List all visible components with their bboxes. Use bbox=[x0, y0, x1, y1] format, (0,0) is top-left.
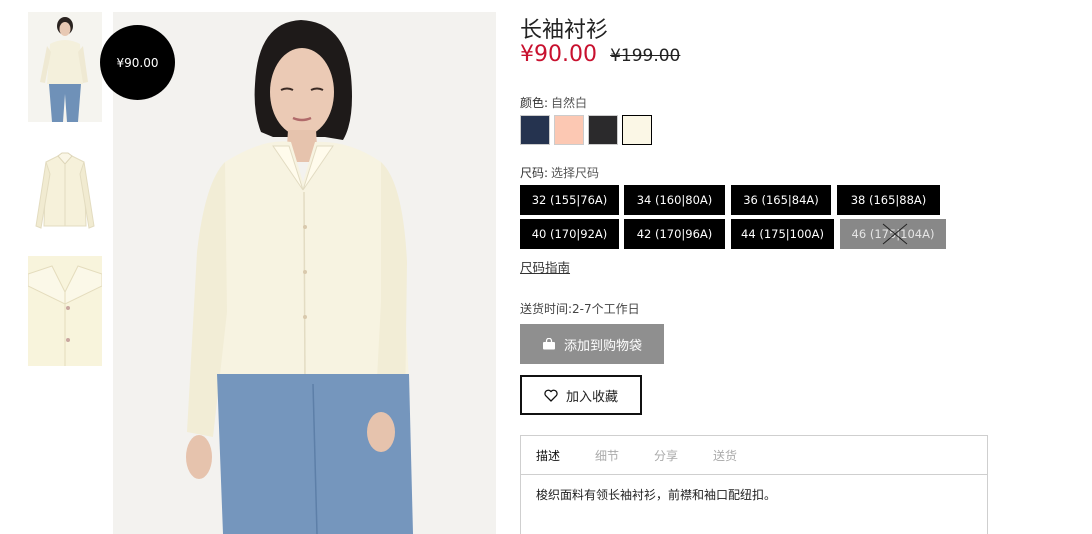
color-swatch-natural-white[interactable] bbox=[622, 115, 652, 145]
thumbnail-model[interactable] bbox=[28, 12, 102, 122]
model-thumbnail-image bbox=[28, 12, 102, 122]
add-to-favorites-label: 加入收藏 bbox=[565, 389, 618, 405]
selected-color: 自然白 bbox=[551, 96, 588, 110]
color-label: 颜色: bbox=[520, 96, 549, 110]
size-option-36[interactable]: 36 (165|84A) bbox=[731, 185, 831, 215]
size-guide-link[interactable]: 尺码指南 bbox=[520, 257, 570, 276]
tab-details[interactable]: 细节 bbox=[595, 447, 619, 464]
price-row: ¥90.00 ¥199.00 bbox=[520, 42, 680, 67]
shirt-detail-thumbnail-image bbox=[28, 256, 102, 366]
color-swatch-navy[interactable] bbox=[520, 115, 550, 145]
shopping-bag-icon bbox=[542, 338, 555, 350]
tab-bar: 描述 细节 分享 送货 bbox=[521, 436, 987, 475]
thumbnail-detail[interactable] bbox=[28, 256, 102, 366]
main-product-image[interactable] bbox=[113, 12, 496, 534]
color-label-row: 颜色: 自然白 bbox=[520, 94, 587, 111]
size-option-32[interactable]: 32 (155|76A) bbox=[520, 185, 619, 215]
color-swatches bbox=[520, 115, 652, 145]
size-option-46-unavailable: 46 (175|104A) bbox=[840, 219, 946, 249]
delivery-time: 送货时间:2-7个工作日 bbox=[520, 302, 640, 316]
size-prompt: 选择尺码 bbox=[551, 166, 600, 180]
size-option-44[interactable]: 44 (175|100A) bbox=[731, 219, 834, 249]
product-tabs-panel: 描述 细节 分享 送货 梭织面料有领长袖衬衫，前襟和袖口配纽扣。 bbox=[520, 435, 988, 534]
color-swatch-peach[interactable] bbox=[554, 115, 584, 145]
current-price: ¥90.00 bbox=[520, 42, 597, 67]
add-to-bag-button[interactable]: 添加到购物袋 bbox=[520, 324, 664, 364]
add-to-bag-label: 添加到购物袋 bbox=[563, 338, 642, 354]
tab-share[interactable]: 分享 bbox=[654, 447, 678, 464]
size-label: 尺码: bbox=[520, 166, 549, 180]
original-price: ¥199.00 bbox=[610, 46, 681, 66]
size-option-38[interactable]: 38 (165|88A) bbox=[837, 185, 940, 215]
size-option-40[interactable]: 40 (170|92A) bbox=[520, 219, 619, 249]
product-title: 长袖衬衫 bbox=[520, 18, 609, 43]
model-photo bbox=[113, 12, 496, 534]
tab-description[interactable]: 描述 bbox=[536, 447, 560, 464]
size-option-34[interactable]: 34 (160|80A) bbox=[624, 185, 725, 215]
tab-delivery[interactable]: 送货 bbox=[713, 447, 737, 464]
shirt-front-thumbnail-image bbox=[28, 134, 102, 244]
description-text: 梭织面料有领长袖衬衫，前襟和袖口配纽扣。 bbox=[536, 488, 777, 502]
color-swatch-black[interactable] bbox=[588, 115, 618, 145]
thumbnail-front[interactable] bbox=[28, 134, 102, 244]
add-to-favorites-button[interactable]: 加入收藏 bbox=[520, 375, 642, 415]
size-option-42[interactable]: 42 (170|96A) bbox=[624, 219, 725, 249]
unavailable-cross-icon bbox=[882, 223, 908, 245]
price-badge: ¥90.00 bbox=[100, 25, 175, 100]
size-label-row: 尺码: 选择尺码 bbox=[520, 164, 599, 181]
heart-icon bbox=[544, 389, 558, 402]
